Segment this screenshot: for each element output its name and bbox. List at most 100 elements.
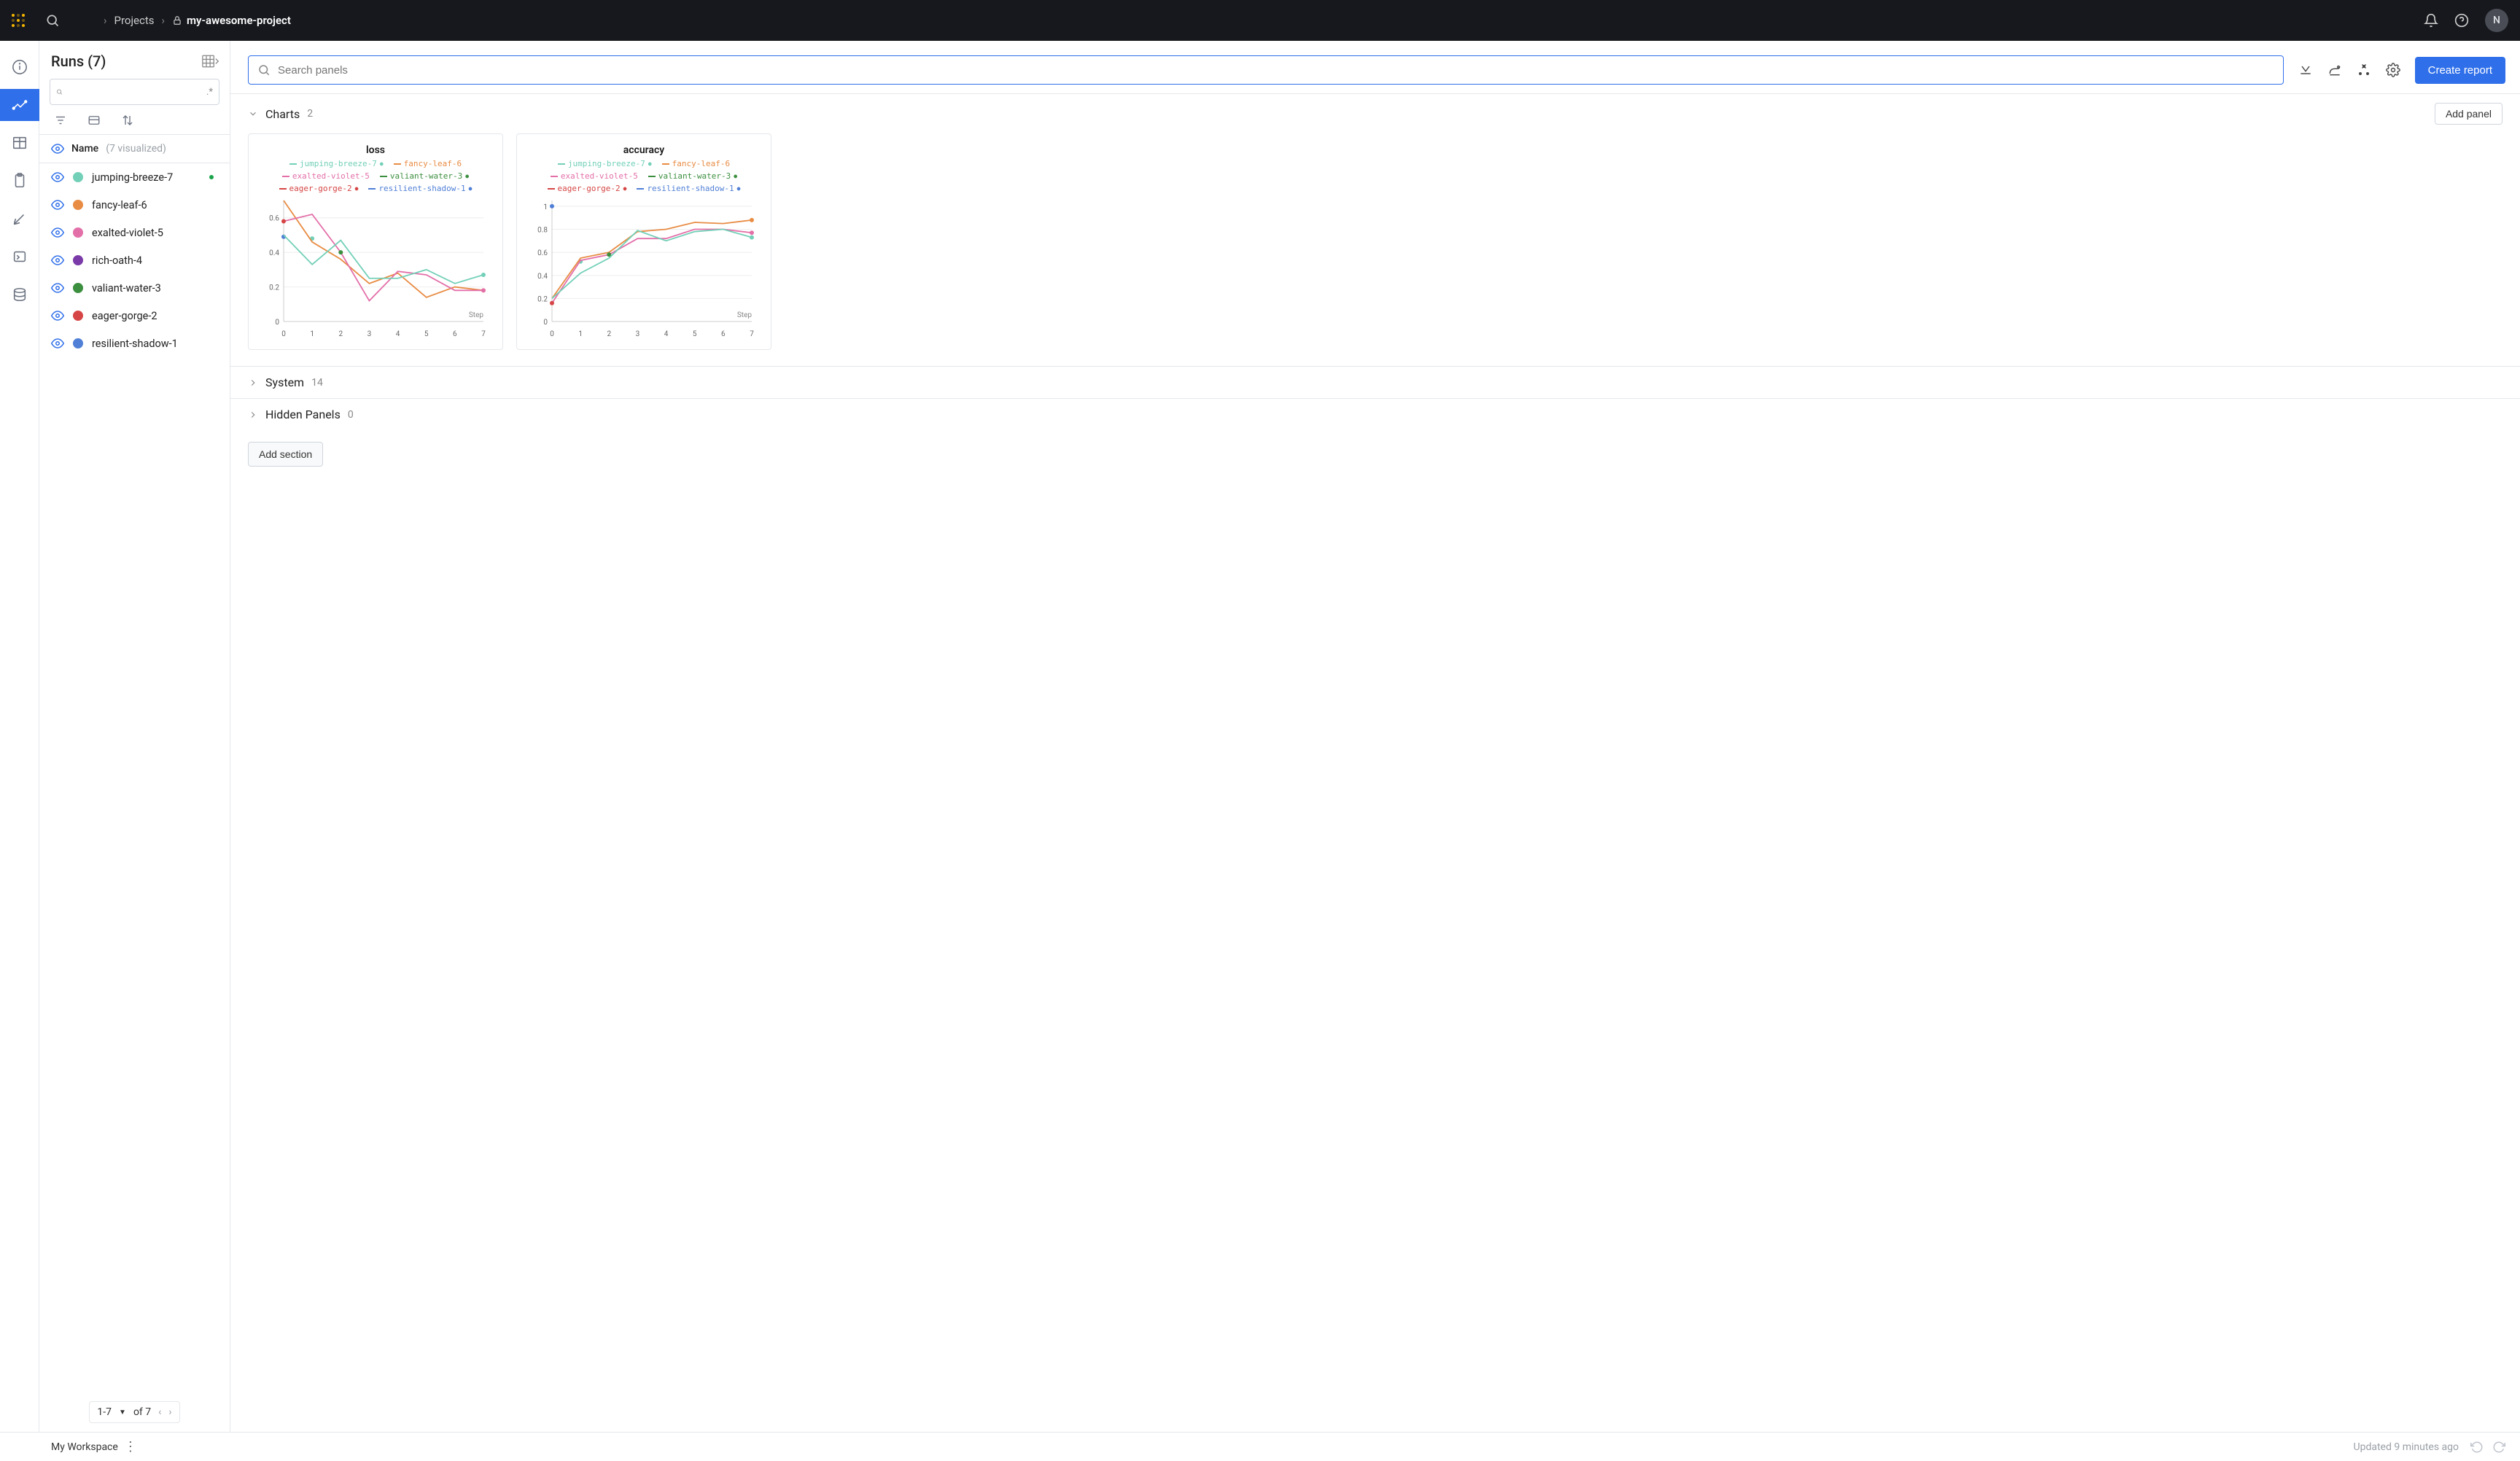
runs-panel: Runs (7) .* Name (7 visualized) jumping-… [39,41,230,1432]
runs-pager[interactable]: 1-7 ▼ of 7 ‹ › [89,1401,179,1423]
table-toggle-icon[interactable] [202,54,219,69]
wandb-logo-icon[interactable] [12,14,25,27]
workspace-menu-icon[interactable]: ⋮ [124,1439,137,1454]
prev-page[interactable]: ‹ [158,1406,161,1418]
runs-list: jumping-breeze-7 fancy-leaf-6 exalted-vi… [39,163,230,357]
run-row[interactable]: valiant-water-3 [39,274,230,302]
caret-down-icon: ▼ [119,1409,126,1417]
rail-workspace[interactable] [0,89,39,121]
chart-title: accuracy [526,144,762,156]
footer: My Workspace ⋮ Updated 9 minutes ago [0,1432,2520,1461]
svg-text:0.2: 0.2 [269,284,279,292]
group-icon[interactable] [88,114,101,127]
bell-icon[interactable] [2424,13,2438,28]
chevron-right-icon [248,410,258,420]
run-name: resilient-shadow-1 [92,338,178,350]
rail-artifacts[interactable] [0,278,39,311]
svg-text:1: 1 [310,330,314,338]
run-name: eager-gorge-2 [92,310,158,322]
runs-search[interactable]: .* [50,79,219,105]
svg-text:0.4: 0.4 [537,273,548,281]
create-report-button[interactable]: Create report [2415,57,2505,84]
run-name: exalted-violet-5 [92,227,163,239]
avatar[interactable]: N [2485,9,2508,32]
run-name: valiant-water-3 [92,282,161,295]
eye-icon[interactable] [51,309,64,322]
rail-reports[interactable] [0,165,39,197]
workspace-name[interactable]: My Workspace [51,1441,118,1453]
breadcrumb-project[interactable]: my-awesome-project [172,14,291,27]
svg-text:3: 3 [368,330,372,338]
svg-text:2: 2 [338,330,343,338]
svg-text:0: 0 [543,319,548,327]
svg-text:4: 4 [396,330,400,338]
outliers-icon[interactable] [2357,63,2371,77]
svg-text:5: 5 [424,330,429,338]
add-panel-button[interactable]: Add panel [2435,103,2502,125]
sort-icon[interactable] [121,114,134,127]
run-row[interactable]: fancy-leaf-6 [39,191,230,219]
run-row[interactable]: jumping-breeze-7 [39,163,230,191]
smoothing-icon[interactable] [2328,63,2342,77]
run-row[interactable]: resilient-shadow-1 [39,330,230,357]
svg-text:2: 2 [607,330,611,338]
svg-text:6: 6 [721,330,726,338]
section-system-header[interactable]: System 14 [230,367,2520,398]
chevron-right-icon [248,378,258,388]
eye-icon[interactable] [51,198,64,211]
run-name: rich-oath-4 [92,254,142,267]
global-search-icon[interactable] [45,13,60,28]
run-row[interactable]: rich-oath-4 [39,246,230,274]
svg-text:1: 1 [543,203,548,211]
eye-icon[interactable] [51,171,64,184]
svg-text:5: 5 [693,330,697,338]
settings-icon[interactable] [2386,63,2400,77]
search-icon [257,63,271,77]
chart-panel[interactable]: accuracyjumping-breeze-7 ●fancy-leaf-6ex… [516,133,771,350]
undo-icon[interactable] [2470,1441,2484,1454]
svg-text:3: 3 [636,330,640,338]
svg-text:4: 4 [664,330,669,338]
filter-icon[interactable] [54,114,67,127]
section-charts-header[interactable]: Charts 2 Add panel [230,94,2520,133]
section-hidden-header[interactable]: Hidden Panels 0 [230,399,2520,430]
eye-icon[interactable] [51,254,64,267]
svg-text:0.6: 0.6 [269,215,279,223]
x-axis-icon[interactable] [2298,63,2313,77]
redo-icon[interactable] [2492,1441,2505,1454]
next-page[interactable]: › [168,1406,171,1418]
run-row[interactable]: exalted-violet-5 [39,219,230,246]
add-section-button[interactable]: Add section [248,442,323,467]
svg-text:0: 0 [275,319,279,327]
svg-text:0: 0 [281,330,286,338]
runs-title: Runs (7) [51,52,106,70]
panel-search[interactable] [248,55,2284,85]
run-row[interactable]: eager-gorge-2 [39,302,230,330]
eye-icon[interactable] [51,226,64,239]
svg-text:6: 6 [453,330,457,338]
chart-title: loss [257,144,494,156]
run-color-dot [73,311,83,321]
run-color-dot [73,200,83,210]
eye-icon[interactable] [51,337,64,350]
svg-text:7: 7 [481,330,486,338]
eye-icon [51,142,64,155]
rail-launch[interactable] [0,241,39,273]
help-icon[interactable] [2454,13,2469,28]
breadcrumb-projects[interactable]: Projects [114,14,155,27]
search-icon [56,86,63,98]
svg-text:0.6: 0.6 [537,249,548,257]
runs-column-header[interactable]: Name (7 visualized) [39,134,230,163]
side-rail [0,41,39,1432]
rail-info[interactable] [0,51,39,83]
rail-sweeps[interactable] [0,203,39,235]
chart-panel[interactable]: lossjumping-breeze-7 ●fancy-leaf-6exalte… [248,133,503,350]
chevron-right-icon: › [104,14,107,27]
run-name: fancy-leaf-6 [92,199,147,211]
runs-search-input[interactable] [69,86,201,98]
rail-table[interactable] [0,127,39,159]
svg-text:0: 0 [550,330,554,338]
eye-icon[interactable] [51,281,64,295]
svg-text:0.4: 0.4 [269,249,279,257]
panel-search-input[interactable] [278,64,2274,77]
